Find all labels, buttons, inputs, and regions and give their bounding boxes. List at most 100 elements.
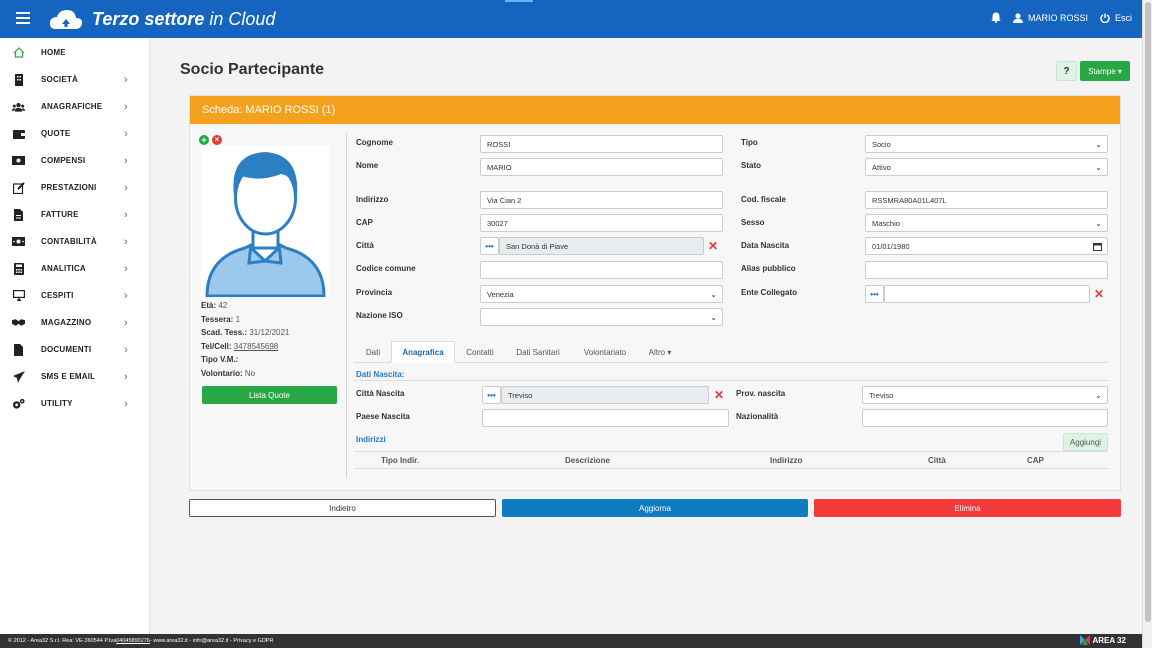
power-icon: [1100, 13, 1110, 23]
citta-input[interactable]: San Donà di Piave: [499, 237, 704, 255]
sidebar-item-analitica[interactable]: ANALITICA ›: [0, 255, 150, 282]
ente-clear-icon[interactable]: ✕: [1094, 287, 1104, 301]
chevron-right-icon: ›: [124, 397, 128, 410]
area32-logo: AREA 32: [1079, 635, 1126, 645]
cap-input[interactable]: 30027: [480, 214, 723, 232]
aggiungi-button[interactable]: Aggiungi: [1063, 433, 1108, 451]
ente-lookup-button[interactable]: •••: [865, 285, 884, 303]
phone-link[interactable]: 3478545698: [234, 342, 279, 351]
vertical-scrollbar[interactable]: [1142, 0, 1152, 648]
top-right-controls: MARIO ROSSI Esci: [991, 12, 1132, 23]
citta-nascita-lookup-button[interactable]: •••: [482, 386, 501, 404]
codice-comune-input[interactable]: [480, 261, 723, 279]
indietro-button[interactable]: Indietro: [189, 499, 496, 517]
prov-nascita-select[interactable]: Treviso ⌄: [862, 386, 1108, 404]
citta-nascita-input[interactable]: Treviso: [501, 386, 709, 404]
chevron-right-icon: ›: [124, 262, 128, 275]
footer-piva-link[interactable]: 04045890276: [116, 638, 150, 644]
home-icon: [12, 46, 25, 59]
column-citta[interactable]: Città: [928, 456, 946, 465]
stato-select[interactable]: Attivo ⌄: [865, 158, 1108, 176]
ente-collegato-input[interactable]: [884, 285, 1090, 303]
nazione-iso-select[interactable]: ⌄: [480, 308, 723, 326]
alias-pubblico-input[interactable]: [865, 261, 1108, 279]
sidebar-item-utility[interactable]: UTILITY ›: [0, 390, 150, 417]
table-header-divider: [354, 468, 1108, 469]
tipo-select[interactable]: Socio ⌄: [865, 135, 1108, 153]
cognome-label: Cognome: [356, 138, 393, 147]
sidebar-item-quote[interactable]: QUOTE ›: [0, 120, 150, 147]
tab-volontariato[interactable]: Volontariato: [572, 341, 638, 363]
citta-nascita-clear-icon[interactable]: ✕: [714, 388, 724, 402]
tipo-value: Socio: [872, 139, 891, 149]
scad-tessera-info: Scad. Tess.: 31/12/2021: [201, 328, 290, 337]
chevron-down-icon: ⌄: [1095, 219, 1102, 228]
sidebar-item-label: PRESTAZIONI: [41, 183, 97, 192]
sidebar-item-cespiti[interactable]: CESPITI ›: [0, 282, 150, 309]
tab-dati[interactable]: Dati: [354, 341, 392, 363]
sidebar-item-contabilita[interactable]: CONTABILITÀ ›: [0, 228, 150, 255]
elimina-button[interactable]: Elimina: [814, 499, 1121, 517]
cognome-input[interactable]: ROSSI: [480, 135, 723, 153]
sidebar-item-anagrafiche[interactable]: ANAGRAFICHE ›: [0, 93, 150, 120]
nazione-iso-label: Nazione ISO: [356, 311, 403, 320]
data-nascita-input[interactable]: 01/01/1980: [865, 237, 1108, 255]
notifications-button[interactable]: [991, 12, 1001, 23]
help-button[interactable]: ?: [1056, 61, 1077, 81]
data-nascita-value: 01/01/1980: [872, 241, 910, 251]
indirizzo-label: Indirizzo: [356, 195, 389, 204]
sidebar-item-documenti[interactable]: DOCUMENTI ›: [0, 336, 150, 363]
logout-button[interactable]: Esci: [1100, 13, 1132, 23]
paese-nascita-input[interactable]: [482, 409, 729, 427]
sidebar-item-sms-email[interactable]: SMS E EMAIL ›: [0, 363, 150, 390]
add-photo-icon[interactable]: +: [199, 135, 209, 145]
lista-quote-button[interactable]: Lista Quote: [202, 386, 337, 404]
sidebar-item-societa[interactable]: SOCIETÀ ›: [0, 66, 150, 93]
provincia-select[interactable]: Venezia ⌄: [480, 285, 723, 303]
paese-nascita-label: Paese Nascita: [356, 412, 410, 421]
aggiorna-button[interactable]: Aggiorna: [502, 499, 808, 517]
sidebar: HOME SOCIETÀ › ANAGRAFICHE › QUOTE › COM…: [0, 38, 150, 634]
tipo-vm-info: Tipo V.M.:: [201, 355, 239, 364]
chevron-right-icon: ›: [124, 100, 128, 113]
tab-dati-sanitari[interactable]: Dati Sanitari: [506, 341, 570, 363]
column-descrizione[interactable]: Descrizione: [565, 456, 610, 465]
citta-nascita-label: Città Nascita: [356, 389, 405, 398]
column-cap[interactable]: CAP: [1027, 456, 1044, 465]
calendar-icon[interactable]: [1093, 242, 1102, 251]
wallet-icon: [12, 127, 25, 140]
citta-clear-icon[interactable]: ✕: [708, 239, 718, 253]
tab-altro[interactable]: Altro ▾: [640, 341, 680, 363]
chevron-right-icon: ›: [124, 208, 128, 221]
sesso-value: Maschio: [872, 218, 900, 228]
accent-line: [505, 0, 533, 2]
cogs-icon: [12, 397, 25, 410]
sidebar-item-home[interactable]: HOME: [0, 39, 150, 66]
column-tipo-indir[interactable]: Tipo Indir.: [381, 456, 419, 465]
sidebar-item-label: HOME: [41, 48, 66, 57]
menu-toggle-icon[interactable]: [16, 12, 30, 24]
sidebar-item-label: QUOTE: [41, 129, 71, 138]
provincia-value: Venezia: [487, 289, 514, 299]
nome-input[interactable]: MARIO: [480, 158, 723, 176]
user-menu[interactable]: MARIO ROSSI: [1012, 13, 1088, 23]
scrollbar-thumb[interactable]: [1145, 2, 1151, 622]
remove-photo-icon[interactable]: ×: [212, 135, 222, 145]
tab-anagrafica[interactable]: Anagrafica: [391, 341, 455, 363]
tab-contatti[interactable]: Contatti: [457, 341, 503, 363]
chevron-down-icon: ⌄: [710, 313, 717, 322]
indirizzo-input[interactable]: Via Cian 2: [480, 191, 723, 209]
column-indirizzo[interactable]: Indirizzo: [770, 456, 802, 465]
codice-fiscale-input[interactable]: RSSMRA80A01L407L: [865, 191, 1108, 209]
stampe-dropdown-button[interactable]: Stampe ▾: [1080, 61, 1130, 81]
indirizzi-title: Indirizzi: [356, 435, 386, 444]
sesso-select[interactable]: Maschio ⌄: [865, 214, 1108, 232]
handshake-icon: [12, 316, 25, 329]
sidebar-item-fatture[interactable]: FATTURE ›: [0, 201, 150, 228]
sidebar-item-compensi[interactable]: COMPENSI ›: [0, 147, 150, 174]
sidebar-item-prestazioni[interactable]: PRESTAZIONI ›: [0, 174, 150, 201]
citta-lookup-button[interactable]: •••: [480, 237, 499, 255]
logout-label: Esci: [1114, 12, 1132, 23]
sidebar-item-magazzino[interactable]: MAGAZZINO ›: [0, 309, 150, 336]
nazionalita-input[interactable]: [862, 409, 1108, 427]
